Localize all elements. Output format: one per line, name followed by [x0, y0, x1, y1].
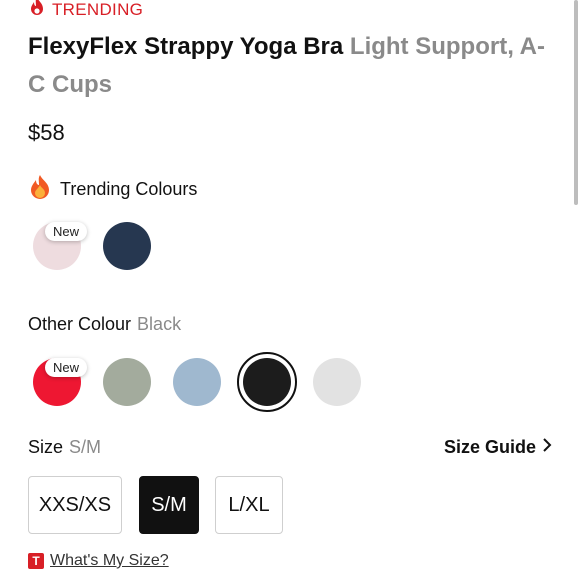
swatch-light-blue[interactable] — [173, 358, 221, 406]
new-badge: New — [45, 358, 88, 377]
other-colour-label: Other Colour — [28, 314, 132, 334]
product-price: $58 — [28, 120, 65, 145]
trending-label: TRENDING — [52, 0, 144, 19]
swatch-light-grey[interactable] — [313, 358, 361, 406]
new-badge: New — [45, 222, 88, 241]
scrollbar[interactable] — [574, 0, 578, 205]
product-title: FlexyFlex Strappy Yoga Bra Light Support… — [28, 28, 558, 104]
product-name: FlexyFlex Strappy Yoga Bra — [28, 33, 344, 60]
selected-size-value: S/M — [69, 437, 102, 457]
size-option-s-m[interactable]: S/M — [139, 476, 199, 534]
whats-my-size-link[interactable]: What's My Size? — [50, 552, 169, 570]
chevron-right-icon — [542, 437, 552, 458]
size-guide-link[interactable]: Size Guide — [444, 437, 552, 458]
swatch-navy[interactable] — [103, 222, 151, 270]
whats-my-size-row[interactable]: T What's My Size? — [28, 552, 169, 570]
swatch-sage[interactable] — [103, 358, 151, 406]
trending-tag: TRENDING — [28, 0, 143, 23]
trending-colours-header: Trending Colours — [28, 174, 197, 205]
size-label: Size — [28, 437, 64, 457]
size-guide-label: Size Guide — [443, 437, 536, 457]
swatch-black[interactable] — [243, 358, 291, 406]
size-header: Size S/M — [28, 437, 101, 458]
flame-icon — [28, 0, 46, 23]
size-option-xxs-xs[interactable]: XXS/XS — [28, 476, 122, 534]
t-logo-icon: T — [28, 553, 44, 569]
selected-colour-value: Black — [137, 314, 182, 334]
size-option-l-xl[interactable]: L/XL — [215, 476, 283, 534]
other-colour-header: Other Colour Black — [28, 314, 181, 335]
trending-colours-label: Trending Colours — [60, 179, 198, 199]
fire-emoji-icon — [28, 174, 52, 205]
